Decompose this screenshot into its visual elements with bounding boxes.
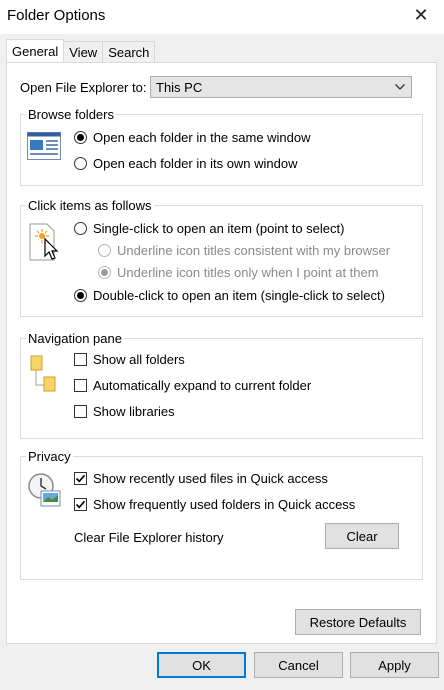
title-bar: Folder Options ✕ [0,0,444,34]
checkbox-show-all-folders-label: Show all folders [93,352,185,367]
clear-history-label: Clear File Explorer history [74,530,224,545]
checkbox-indicator[interactable] [74,379,87,392]
open-explorer-dropdown[interactable]: This PC [150,76,412,98]
tab-strip: General View Search [6,39,156,62]
checkmark-icon [75,500,86,509]
checkbox-frequent-folders-label: Show frequently used folders in Quick ac… [93,497,356,512]
checkbox-show-all-folders[interactable]: Show all folders [74,352,185,367]
radio-same-window-label: Open each folder in the same window [93,130,311,145]
click-items-group: Click items as follows Single-click to o… [20,198,423,317]
radio-indicator[interactable] [98,244,111,257]
navigation-pane-legend: Navigation pane [26,331,124,346]
folder-tree-icon [29,355,59,398]
checkbox-show-libraries[interactable]: Show libraries [74,404,175,419]
checkbox-indicator[interactable] [74,353,87,366]
open-explorer-label: Open File Explorer to: [20,79,147,95]
navigation-pane-group: Navigation pane Show all folders Automat… [20,331,423,439]
chevron-down-icon [395,82,405,92]
checkbox-auto-expand-label: Automatically expand to current folder [93,378,312,393]
radio-double-click[interactable]: Double-click to open an item (single-cli… [74,288,385,303]
radio-double-click-label: Double-click to open an item (single-cli… [93,288,385,303]
clock-files-icon [27,472,63,511]
click-items-legend: Click items as follows [26,198,154,213]
radio-indicator[interactable] [98,266,111,279]
window-layout-icon [27,132,61,163]
browse-folders-legend: Browse folders [26,107,116,122]
cancel-button[interactable]: Cancel [254,652,343,678]
tab-search[interactable]: Search [102,41,156,62]
window-title: Folder Options [7,7,106,24]
radio-indicator[interactable] [74,222,87,235]
radio-indicator[interactable] [74,157,87,170]
browse-folders-group: Browse folders Open each folder in the s… [20,107,423,186]
tab-general[interactable]: General [6,39,65,62]
checkbox-indicator[interactable] [74,405,87,418]
open-explorer-value: This PC [156,79,203,95]
radio-single-click-label: Single-click to open an item (point to s… [93,221,345,236]
radio-underline-browser[interactable]: Underline icon titles consistent with my… [98,243,390,258]
apply-button[interactable]: Apply [350,652,439,678]
checkbox-recent-files-label: Show recently used files in Quick access [93,471,328,486]
close-icon: ✕ [413,4,429,25]
radio-underline-point-label: Underline icon titles only when I point … [117,265,379,280]
privacy-legend: Privacy [26,449,73,464]
open-explorer-row: Open File Explorer to: This PC [20,76,412,98]
privacy-group: Privacy Show recently used files in Quic… [20,449,423,580]
radio-single-click[interactable]: Single-click to open an item (point to s… [74,221,344,236]
checkbox-recent-files[interactable]: Show recently used files in Quick access [74,471,328,486]
checkbox-indicator[interactable] [74,498,87,511]
restore-defaults-button[interactable]: Restore Defaults [295,609,421,635]
checkbox-auto-expand[interactable]: Automatically expand to current folder [74,378,311,393]
general-tab-panel: Open File Explorer to: This PC Browse fo… [6,62,437,644]
click-cursor-icon [29,223,61,264]
radio-underline-point[interactable]: Underline icon titles only when I point … [98,265,379,280]
checkmark-icon [75,474,86,483]
checkbox-frequent-folders[interactable]: Show frequently used folders in Quick ac… [74,497,355,512]
radio-underline-browser-label: Underline icon titles consistent with my… [117,243,391,258]
radio-own-window-label: Open each folder in its own window [93,156,298,171]
radio-same-window[interactable]: Open each folder in the same window [74,130,311,145]
checkbox-indicator[interactable] [74,472,87,485]
ok-button[interactable]: OK [157,652,246,678]
radio-indicator[interactable] [74,289,87,302]
radio-indicator[interactable] [74,131,87,144]
tab-view[interactable]: View [63,41,104,62]
checkbox-show-libraries-label: Show libraries [93,404,175,419]
close-button[interactable]: ✕ [398,0,444,30]
radio-own-window[interactable]: Open each folder in its own window [74,156,298,171]
clear-history-button[interactable]: Clear [325,523,399,549]
dialog-body: General View Search Open File Explorer t… [0,34,444,690]
